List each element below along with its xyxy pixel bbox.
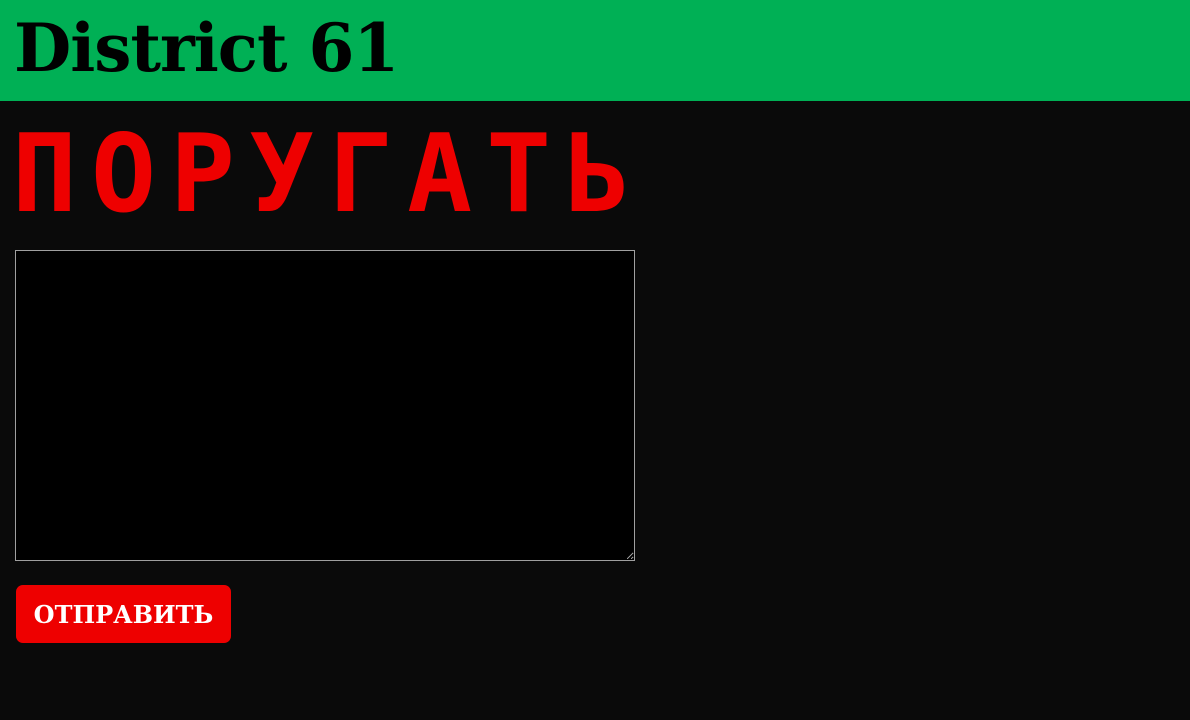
page-title: ПОРУГАТЬ xyxy=(12,112,645,237)
site-header: District 61 xyxy=(0,0,1190,101)
site-title: District 61 xyxy=(14,9,399,87)
submit-button[interactable]: ОТПРАВИТЬ xyxy=(16,585,231,643)
message-textarea[interactable] xyxy=(15,250,635,561)
